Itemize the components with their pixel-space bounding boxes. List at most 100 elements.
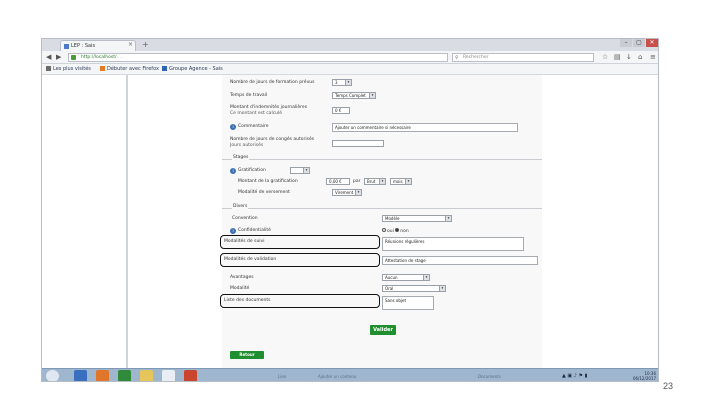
validation-textarea[interactable]: Attestation de stage [382,256,538,265]
chevron-down-icon: ▾ [405,179,411,184]
back-button[interactable]: Retour [230,351,264,359]
select-value: Aucun [385,275,398,280]
form-label: Confidentialité [238,228,271,233]
form-label: Avantages [230,275,254,280]
select-value: mois [393,179,403,184]
url-path: … [116,55,122,60]
maximize-button[interactable]: ▢ [633,39,645,47]
page-content: Nombre de jours de formation prévus 3 ▾ T… [42,75,658,368]
folder-icon[interactable] [140,370,153,381]
convention-model-select[interactable]: Modèle ▾ [382,215,452,222]
taskbar-text: Ajouter un contenu [318,374,357,379]
close-tab-icon[interactable]: × [128,41,133,48]
form-label: Montant de la gratification [238,179,298,184]
advantages-select[interactable]: Aucun ▾ [382,274,430,281]
bookmark-label: Débuter avec Firefox [107,66,159,72]
minimize-button[interactable]: – [620,39,632,47]
radio-yes[interactable] [382,228,386,232]
menu-icon[interactable]: ≡ [650,53,656,62]
close-window-button[interactable]: ✕ [646,39,658,47]
confidentiality-radios[interactable]: oui non [382,228,409,235]
left-sidebar-divider [126,75,128,368]
slide: LEP : Sais × + – ▢ ✕ ◀ ▶ http://localhos… [0,0,720,405]
chevron-down-icon: ▾ [423,275,429,280]
search-bar[interactable]: ⚲ Rechercher [452,53,594,62]
bookmarks-toolbar: Les plus visités Débuter avec Firefox Gr… [42,64,658,75]
currency-select[interactable]: Brut ▾ [364,178,386,185]
radio-no[interactable] [395,228,400,232]
gratification-amount-input[interactable]: 0,00 € [326,178,350,185]
powerpoint-icon[interactable] [184,370,197,381]
bookmark-label: Les plus visités [53,66,91,72]
form-label: Modalités de validation [224,257,277,262]
url-bar[interactable]: http://localhost/… [68,53,448,62]
validate-button[interactable]: Valider [370,325,396,335]
payment-method-select[interactable]: Virement ▾ [332,189,362,196]
window-controls: – ▢ ✕ [619,39,658,47]
bookmark-item[interactable]: Les plus visités [46,64,91,75]
form-sublabel: Jours autorisés [230,143,264,148]
modality-select[interactable]: Oral ▾ [382,285,446,292]
download-icon[interactable]: ↓ [626,53,632,62]
work-time-select[interactable]: Temps Complet ▾ [332,92,376,99]
section-divider [222,208,542,209]
select-value: Brut [367,179,376,184]
firefox-icon[interactable] [96,370,109,381]
form-label: Modalité [230,286,250,291]
star-icon[interactable]: ☆ [602,53,608,62]
leave-days-input[interactable] [332,140,384,147]
excel-icon[interactable] [118,370,131,381]
form-label: Temps de travail [230,93,268,98]
section-legend: Stages [232,155,250,161]
back-arrow-icon[interactable]: ◀ [46,53,51,62]
new-tab-icon[interactable]: + [142,40,149,50]
documents-textarea[interactable]: Sans objet [382,296,434,310]
form-label: Liste des documents [224,298,271,303]
form-sublabel: Ce montant est calculé [230,111,283,116]
bookmark-item[interactable]: Groupe Agence - Sais [162,64,223,75]
tab-bar: LEP : Sais × + – ▢ ✕ [42,39,658,51]
select-value: 3 [335,80,338,85]
period-select[interactable]: mois ▾ [390,178,412,185]
select-value: Virement [335,190,354,195]
bookmark-item[interactable]: Débuter avec Firefox [100,64,159,75]
home-icon[interactable]: ⌂ [638,53,642,62]
windows-taskbar: Lien Ajouter un contenu Documents ▲ ▣ ♪ … [42,368,658,381]
site-identity-icon [71,55,76,60]
chevron-down-icon: ▾ [439,286,445,291]
slide-page-number: 23 [663,381,674,391]
favicon-icon [64,44,69,49]
system-tray-icons[interactable]: ▲ ▣ ♪ ⚑ ▮ [562,373,587,379]
word-icon[interactable] [74,370,87,381]
bookmarks-icon[interactable]: ▤ [614,53,621,62]
select-value: Oral [385,286,394,291]
bookmark-folder-icon [46,65,51,71]
form-label: Nombre de jours de formation prévus [230,80,315,85]
clock[interactable]: 10:36 06/12/2017 [633,371,656,381]
follow-up-textarea[interactable]: Réunions régulières [382,237,524,251]
taskbar-text: Documents [478,374,501,379]
browser-tab[interactable]: LEP : Sais [60,40,136,51]
allowance-input[interactable]: 0 € [332,107,350,114]
form-label: Gratification [238,168,266,173]
forward-arrow-icon[interactable]: ▶ [56,53,61,62]
comment-textarea[interactable]: Ajouter un commentaire si nécessaire [332,123,518,132]
form-label: Modalité de versement [238,190,290,195]
outlook-icon[interactable] [162,370,175,381]
form-label: Modalités de suivi [224,239,265,244]
radio-label: oui [387,229,394,234]
clock-date: 06/12/2017 [632,376,656,381]
url-host: http://localhost/ [81,55,117,60]
select-value: Temps Complet [335,93,366,98]
tab-title: LEP : Sais [71,43,96,49]
section-legend: Divers [232,204,249,210]
chevron-down-icon: ▾ [445,216,451,221]
info-icon: i [230,124,236,130]
info-icon: i [230,168,236,174]
gratification-select[interactable]: ▾ [290,167,310,174]
days-select[interactable]: 3 ▾ [332,79,352,86]
chevron-down-icon: ▾ [355,190,361,195]
start-button-icon[interactable] [46,370,59,381]
firefox-icon [100,65,105,71]
search-placeholder: Rechercher [463,55,489,60]
